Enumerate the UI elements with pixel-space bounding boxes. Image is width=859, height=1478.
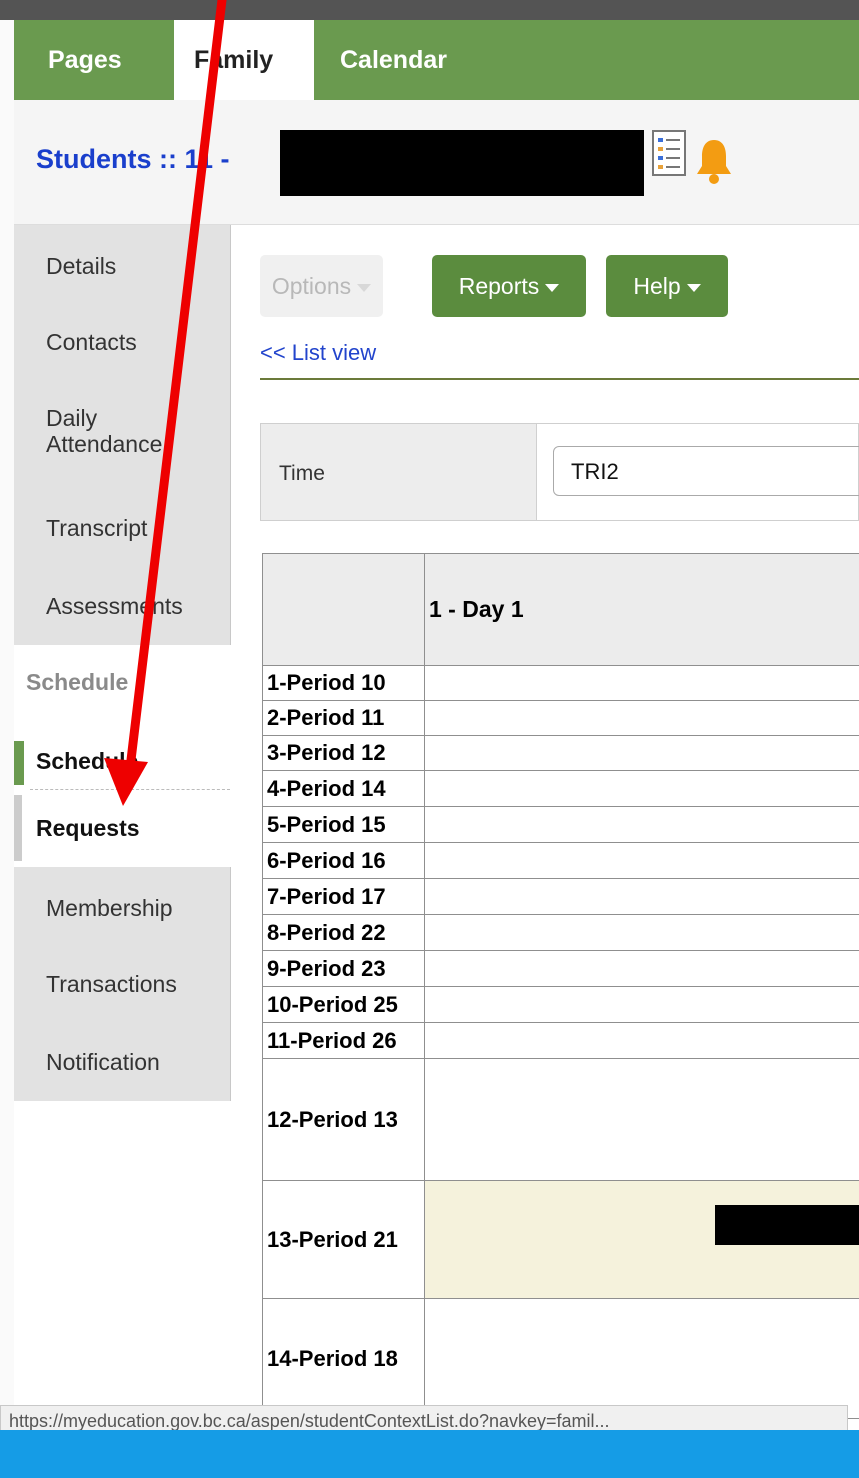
- list-view-link[interactable]: << List view: [260, 340, 376, 366]
- active-indicator: [14, 741, 24, 785]
- sidebar-item-transactions[interactable]: Transactions: [14, 971, 230, 998]
- period-label: 1-Period 10: [262, 665, 425, 701]
- period-label: 13-Period 21: [262, 1180, 425, 1299]
- period-label: 3-Period 12: [262, 735, 425, 771]
- tab-calendar[interactable]: Calendar: [314, 20, 514, 100]
- time-select[interactable]: TRI2: [553, 446, 859, 496]
- sidebar-item-transcript[interactable]: Transcript: [14, 515, 230, 542]
- sidebar-subitem-schedule[interactable]: Schedule: [36, 737, 138, 785]
- schedule-cell[interactable]: [424, 1022, 859, 1059]
- reports-button[interactable]: Reports: [432, 255, 586, 317]
- period-label: 11-Period 26: [262, 1022, 425, 1059]
- schedule-cell-course[interactable]: [424, 1180, 859, 1299]
- schedule-cell[interactable]: [424, 842, 859, 879]
- top-tab-bar: Pages Family Calendar: [14, 20, 859, 100]
- schedule-cell[interactable]: [424, 950, 859, 987]
- reports-caret-icon: [545, 283, 560, 292]
- sidebar: Details Contacts Daily Attendance Transc…: [14, 225, 232, 1101]
- options-button[interactable]: Options: [260, 255, 383, 317]
- toolbar-divider: [260, 378, 859, 380]
- schedule-cell[interactable]: [424, 1298, 859, 1419]
- help-label: Help: [633, 273, 681, 299]
- tab-pages[interactable]: Pages: [14, 20, 174, 100]
- sidebar-section-schedule: Schedule: [26, 669, 129, 695]
- hover-indicator: [14, 795, 22, 861]
- options-label: Options: [271, 273, 352, 299]
- document-icon[interactable]: [650, 128, 690, 180]
- grid-corner-cell: [262, 553, 425, 666]
- page-header: Students :: 11 -: [14, 100, 859, 225]
- schedule-cell[interactable]: [424, 665, 859, 701]
- tab-family[interactable]: Family: [174, 20, 314, 100]
- time-filter-row: Time TRI2: [260, 423, 859, 521]
- sidebar-subitem-requests[interactable]: Requests: [36, 815, 140, 842]
- redacted-course: [715, 1205, 859, 1245]
- redacted-student-name: [280, 130, 644, 196]
- page-title: Students :: 11 -: [36, 144, 230, 174]
- period-label: 6-Period 16: [262, 842, 425, 879]
- period-label: 8-Period 22: [262, 914, 425, 951]
- period-label: 7-Period 17: [262, 878, 425, 915]
- bell-icon[interactable]: [694, 134, 734, 186]
- schedule-cell[interactable]: [424, 986, 859, 1023]
- schedule-grid: 1 - Day 1 1-Period 10 2-Period 11 3-Peri…: [262, 553, 859, 1419]
- period-label: 9-Period 23: [262, 950, 425, 987]
- schedule-cell[interactable]: [424, 878, 859, 915]
- period-label: 4-Period 14: [262, 770, 425, 807]
- time-filter-label-cell: Time: [261, 424, 537, 520]
- period-label: 2-Period 11: [262, 700, 425, 736]
- period-label: 14-Period 18: [262, 1298, 425, 1419]
- window-top-strip: [0, 0, 859, 20]
- schedule-cell[interactable]: [424, 806, 859, 843]
- schedule-cell[interactable]: [424, 770, 859, 807]
- sidebar-item-membership[interactable]: Membership: [14, 895, 230, 922]
- schedule-cell[interactable]: [424, 1058, 859, 1181]
- help-caret-icon: [686, 283, 701, 292]
- status-url: https://myeducation.gov.bc.ca/aspen/stud…: [9, 1411, 610, 1431]
- time-filter-label: Time: [279, 462, 325, 485]
- schedule-cell[interactable]: [424, 914, 859, 951]
- day-header: 1 - Day 1: [424, 553, 859, 666]
- schedule-subgroup: Schedule Schedule Requests: [14, 645, 232, 867]
- period-label: 5-Period 15: [262, 806, 425, 843]
- sidebar-item-details[interactable]: Details: [14, 253, 230, 280]
- sidebar-item-daily-attendance[interactable]: Daily Attendance: [14, 405, 214, 457]
- sidebar-item-notification[interactable]: Notification: [14, 1049, 230, 1076]
- period-label: 12-Period 13: [262, 1058, 425, 1181]
- os-taskbar: [0, 1430, 859, 1478]
- help-button[interactable]: Help: [606, 255, 728, 317]
- reports-label: Reports: [458, 273, 540, 299]
- time-select-value: TRI2: [571, 459, 619, 484]
- options-caret-icon: [357, 283, 372, 292]
- sidebar-item-assessments[interactable]: Assessments: [14, 593, 230, 620]
- left-gutter: [0, 20, 14, 1430]
- sidebar-item-contacts[interactable]: Contacts: [14, 329, 230, 356]
- schedule-cell[interactable]: [424, 735, 859, 771]
- period-label: 10-Period 25: [262, 986, 425, 1023]
- schedule-cell[interactable]: [424, 700, 859, 736]
- subitem-divider: [30, 789, 230, 790]
